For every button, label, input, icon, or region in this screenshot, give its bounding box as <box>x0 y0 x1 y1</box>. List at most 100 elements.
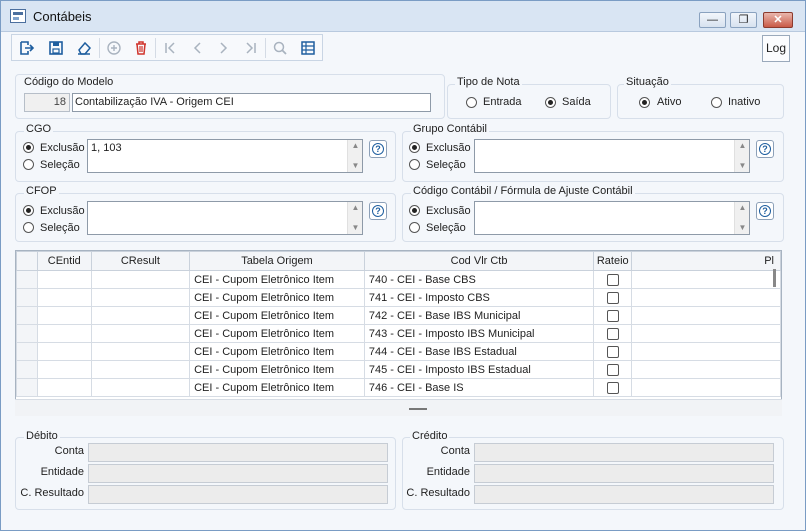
table-row[interactable]: CEI - Cupom Eletrônico Item 741 - CEI - … <box>16 288 781 307</box>
minimize-button[interactable]: — <box>699 12 726 28</box>
cell-cod-vlr-ctb[interactable]: 743 - CEI - Imposto IBS Municipal <box>363 324 595 343</box>
cell-centid[interactable] <box>36 378 92 397</box>
cgo-exclusao-radio[interactable] <box>23 142 34 153</box>
codigo-memo-scrollbar[interactable]: ▲ ▼ <box>734 202 749 234</box>
row-indicator[interactable] <box>16 270 38 289</box>
cfop-selecao-radio[interactable] <box>23 222 34 233</box>
table-row[interactable]: CEI - Cupom Eletrônico Item 744 - CEI - … <box>16 342 781 361</box>
grupo-memo-scrollbar[interactable]: ▲ ▼ <box>734 140 749 172</box>
cell-cresult[interactable] <box>90 270 191 289</box>
credito-conta-field[interactable] <box>474 443 774 462</box>
last-record-icon[interactable] <box>237 36 264 60</box>
table-row[interactable]: CEI - Cupom Eletrônico Item 743 - CEI - … <box>16 324 781 343</box>
cell-cresult[interactable] <box>90 378 191 397</box>
cell-cod-vlr-ctb[interactable]: 746 - CEI - Base IS <box>363 378 595 397</box>
cell-cod-vlr-ctb[interactable]: 744 - CEI - Base IBS Estadual <box>363 342 595 361</box>
rateio-checkbox[interactable] <box>606 381 619 394</box>
cell-tabela-origem[interactable]: CEI - Cupom Eletrônico Item <box>189 342 365 361</box>
cell-cod-vlr-ctb[interactable]: 740 - CEI - Base CBS <box>363 270 595 289</box>
cell-tabela-origem[interactable]: CEI - Cupom Eletrônico Item <box>189 378 365 397</box>
cell-centid[interactable] <box>36 306 92 325</box>
row-indicator[interactable] <box>16 324 38 343</box>
cell-pl[interactable] <box>631 378 781 397</box>
cell-tabela-origem[interactable]: CEI - Cupom Eletrônico Item <box>189 306 365 325</box>
cell-pl[interactable] <box>631 306 781 325</box>
cell-pl[interactable] <box>631 288 781 307</box>
col-header-cresult[interactable]: CResult <box>90 251 191 271</box>
data-grid[interactable]: CEntid CResult Tabela Origem Cod Vlr Ctb… <box>15 250 782 416</box>
cell-cresult[interactable] <box>90 324 191 343</box>
cfop-memo[interactable]: ▲ ▼ <box>87 201 363 235</box>
cgo-memo-scrollbar[interactable]: ▲ ▼ <box>347 140 362 172</box>
maximize-button[interactable]: ❐ <box>730 12 757 28</box>
cell-centid[interactable] <box>36 342 92 361</box>
grupo-contabil-memo[interactable]: ▲ ▼ <box>474 139 750 173</box>
grupo-exclusao-radio[interactable] <box>409 142 420 153</box>
grupo-help-icon[interactable]: ? <box>756 140 774 158</box>
close-button[interactable]: ✕ <box>763 12 793 28</box>
cell-cresult[interactable] <box>90 288 191 307</box>
cfop-help-icon[interactable]: ? <box>369 202 387 220</box>
col-header-cod-vlr-ctb[interactable]: Cod Vlr Ctb <box>363 251 595 271</box>
row-indicator[interactable] <box>16 360 38 379</box>
cell-rateio[interactable] <box>593 324 633 343</box>
cell-tabela-origem[interactable]: CEI - Cupom Eletrônico Item <box>189 288 365 307</box>
codigo-help-icon[interactable]: ? <box>756 202 774 220</box>
search-icon[interactable] <box>266 36 293 60</box>
save-icon[interactable] <box>42 36 69 60</box>
cell-cod-vlr-ctb[interactable]: 741 - CEI - Imposto CBS <box>363 288 595 307</box>
rateio-checkbox[interactable] <box>606 327 619 340</box>
cfop-memo-scrollbar[interactable]: ▲ ▼ <box>347 202 362 234</box>
cell-pl[interactable] <box>631 270 781 289</box>
table-row[interactable]: CEI - Cupom Eletrônico Item 745 - CEI - … <box>16 360 781 379</box>
codigo-exclusao-radio[interactable] <box>409 205 420 216</box>
rateio-checkbox[interactable] <box>606 273 619 286</box>
cell-pl[interactable] <box>631 342 781 361</box>
grid-splitter-handle[interactable] <box>15 399 782 416</box>
col-header-tabela-origem[interactable]: Tabela Origem <box>189 251 365 271</box>
log-button[interactable]: Log <box>762 35 790 62</box>
cell-cod-vlr-ctb[interactable]: 742 - CEI - Base IBS Municipal <box>363 306 595 325</box>
grid-vertical-scrollbar-thumb[interactable] <box>773 269 776 287</box>
grid-view-icon[interactable] <box>294 36 321 60</box>
delete-icon[interactable] <box>127 36 154 60</box>
cell-centid[interactable] <box>36 270 92 289</box>
cell-cresult[interactable] <box>90 360 191 379</box>
row-indicator[interactable] <box>16 306 38 325</box>
exit-icon[interactable] <box>13 36 40 60</box>
grupo-selecao-radio[interactable] <box>409 159 420 170</box>
cell-tabela-origem[interactable]: CEI - Cupom Eletrônico Item <box>189 270 365 289</box>
cell-centid[interactable] <box>36 360 92 379</box>
model-number-field[interactable]: 18 <box>24 93 70 112</box>
debito-conta-field[interactable] <box>88 443 388 462</box>
table-row[interactable]: CEI - Cupom Eletrônico Item 746 - CEI - … <box>16 378 781 397</box>
debito-resultado-field[interactable] <box>88 485 388 504</box>
row-indicator[interactable] <box>16 288 38 307</box>
cell-pl[interactable] <box>631 324 781 343</box>
col-header-rateio[interactable]: Rateio <box>593 251 633 271</box>
first-record-icon[interactable] <box>156 36 183 60</box>
cell-rateio[interactable] <box>593 342 633 361</box>
codigo-contabil-memo[interactable]: ▲ ▼ <box>474 201 750 235</box>
cell-rateio[interactable] <box>593 360 633 379</box>
credito-entidade-field[interactable] <box>474 464 774 483</box>
cell-centid[interactable] <box>36 288 92 307</box>
cell-cod-vlr-ctb[interactable]: 745 - CEI - Imposto IBS Estadual <box>363 360 595 379</box>
cell-rateio[interactable] <box>593 378 633 397</box>
row-indicator[interactable] <box>16 342 38 361</box>
cell-centid[interactable] <box>36 324 92 343</box>
inativo-radio[interactable] <box>711 97 722 108</box>
cell-cresult[interactable] <box>90 342 191 361</box>
model-description-field[interactable]: Contabilização IVA - Origem CEI <box>72 93 431 112</box>
rateio-checkbox[interactable] <box>606 309 619 322</box>
table-row[interactable]: CEI - Cupom Eletrônico Item 740 - CEI - … <box>16 270 781 289</box>
col-header-centid[interactable]: CEntid <box>36 251 92 271</box>
cell-tabela-origem[interactable]: CEI - Cupom Eletrônico Item <box>189 324 365 343</box>
debito-entidade-field[interactable] <box>88 464 388 483</box>
cell-tabela-origem[interactable]: CEI - Cupom Eletrônico Item <box>189 360 365 379</box>
next-record-icon[interactable] <box>210 36 237 60</box>
entrada-radio[interactable] <box>466 97 477 108</box>
rateio-checkbox[interactable] <box>606 345 619 358</box>
rateio-checkbox[interactable] <box>606 363 619 376</box>
add-icon[interactable] <box>100 36 127 60</box>
